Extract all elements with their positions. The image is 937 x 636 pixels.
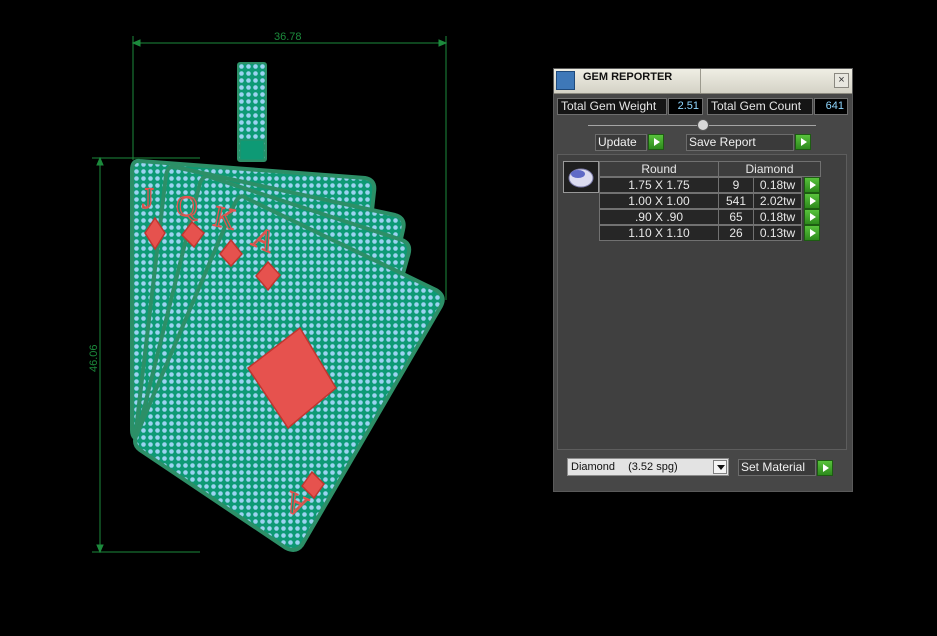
table-row-size: .90 X .90 <box>599 209 719 225</box>
height-dimension-label: 46.06 <box>88 344 100 372</box>
round-diamond-gem-icon[interactable] <box>563 161 599 193</box>
gem-shape-header: Round <box>599 161 719 177</box>
row-select-arrow-icon[interactable] <box>804 177 820 193</box>
close-icon[interactable]: × <box>834 73 849 88</box>
gem-reporter-app-icon <box>556 71 575 90</box>
row-select-arrow-icon[interactable] <box>804 225 820 241</box>
row-select-arrow-icon[interactable] <box>804 209 820 225</box>
total-gem-count-label: Total Gem Count <box>707 98 813 115</box>
update-arrow-icon[interactable] <box>648 134 664 150</box>
titlebar-divider <box>700 69 701 93</box>
update-button[interactable]: Update <box>595 134 647 151</box>
gem-reporter-panel: GEM REPORTER × Total Gem Weight 2.51 Tot… <box>553 68 853 492</box>
table-row-weight: 0.18tw <box>753 209 802 225</box>
card-letter-q: Q <box>176 190 198 223</box>
gem-material-header: Diamond <box>718 161 821 177</box>
chevron-down-icon[interactable] <box>713 460 727 474</box>
save-report-button[interactable]: Save Report <box>686 134 794 151</box>
gem-reporter-titlebar[interactable]: GEM REPORTER × <box>554 69 852 94</box>
width-dimension-label: 36.78 <box>274 31 302 43</box>
material-spg: (3.52 spg) <box>628 461 678 473</box>
material-name: Diamond <box>571 461 616 473</box>
table-row-weight: 0.18tw <box>753 177 802 193</box>
set-material-arrow-icon[interactable] <box>817 460 833 476</box>
table-row-count: 9 <box>718 177 754 193</box>
table-row-size: 1.75 X 1.75 <box>599 177 719 193</box>
table-row-weight: 0.13tw <box>753 225 802 241</box>
total-gem-weight-label: Total Gem Weight <box>557 98 667 115</box>
pendant-bail <box>237 62 267 162</box>
table-row-size: 1.10 X 1.10 <box>599 225 719 241</box>
material-select[interactable]: Diamond (3.52 spg) <box>567 458 729 476</box>
table-row-weight: 2.02tw <box>753 193 802 209</box>
table-row-count: 541 <box>718 193 754 209</box>
total-gem-count-value: 641 <box>814 98 848 115</box>
table-row-count: 26 <box>718 225 754 241</box>
gem-reporter-title: GEM REPORTER <box>583 71 673 83</box>
row-select-arrow-icon[interactable] <box>804 193 820 209</box>
table-row-size: 1.00 X 1.00 <box>599 193 719 209</box>
table-row-count: 65 <box>718 209 754 225</box>
save-report-arrow-icon[interactable] <box>795 134 811 150</box>
set-material-button[interactable]: Set Material <box>738 459 816 476</box>
report-slider-thumb[interactable] <box>697 119 709 131</box>
card-letter-j: J <box>142 182 154 215</box>
total-gem-weight-value: 2.51 <box>668 98 703 115</box>
